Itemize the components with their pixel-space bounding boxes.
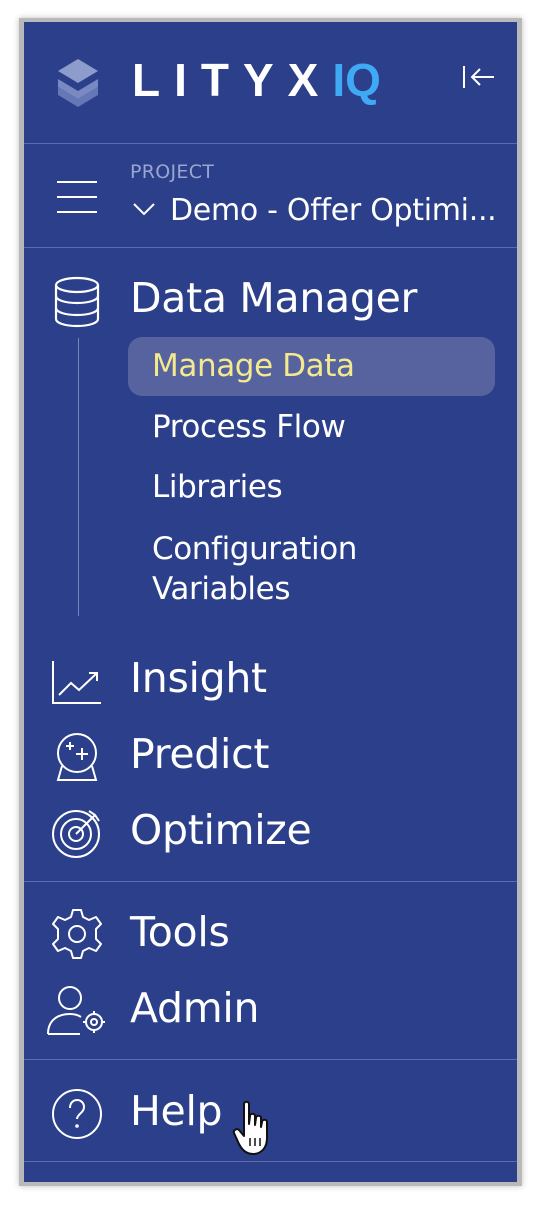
collapse-left-icon[interactable] (460, 62, 496, 92)
svg-text:LITYXIQ: LITYXIQ (132, 56, 381, 106)
divider (24, 1161, 517, 1162)
nav-help[interactable]: Help (130, 1087, 223, 1135)
nav-tools[interactable]: Tools (130, 908, 230, 956)
question-circle-icon (52, 1089, 102, 1139)
target-icon (52, 810, 100, 858)
subnav-configuration-variables[interactable]: Configuration Variables (152, 529, 357, 609)
hand-pointer-cursor-icon (232, 1100, 268, 1155)
project-label: PROJECT (130, 161, 215, 183)
sidebar-panel: LITYXIQ PROJECT Demo - Offer Optimi... D… (24, 22, 517, 1182)
brand-logo: LITYXIQ (132, 56, 381, 106)
project-selector[interactable]: Demo - Offer Optimi... (130, 192, 500, 232)
subnav-manage-data[interactable]: Manage Data (128, 337, 495, 396)
nav-admin[interactable]: Admin (130, 984, 259, 1032)
nav-optimize[interactable]: Optimize (130, 806, 312, 854)
nav-predict[interactable]: Predict (130, 730, 269, 778)
user-gear-icon (47, 986, 105, 1035)
divider (24, 143, 517, 144)
crystal-ball-icon (56, 733, 98, 781)
tree-connector (78, 338, 79, 616)
subnav-manage-data-label: Manage Data (152, 348, 355, 384)
gear-icon (52, 909, 102, 959)
subnav-process-flow[interactable]: Process Flow (152, 409, 346, 445)
chevron-down-icon (133, 203, 155, 216)
chart-trend-icon (52, 661, 101, 704)
subnav-libraries[interactable]: Libraries (152, 469, 283, 505)
hamburger-menu-icon[interactable] (56, 180, 98, 214)
database-icon (54, 276, 100, 328)
divider (24, 247, 517, 248)
divider (24, 881, 517, 882)
divider (24, 1059, 517, 1060)
project-name: Demo - Offer Optimi... (170, 193, 497, 228)
nav-data-manager[interactable]: Data Manager (130, 274, 417, 322)
nav-insight[interactable]: Insight (130, 654, 267, 702)
logo-mark-icon (58, 59, 98, 107)
